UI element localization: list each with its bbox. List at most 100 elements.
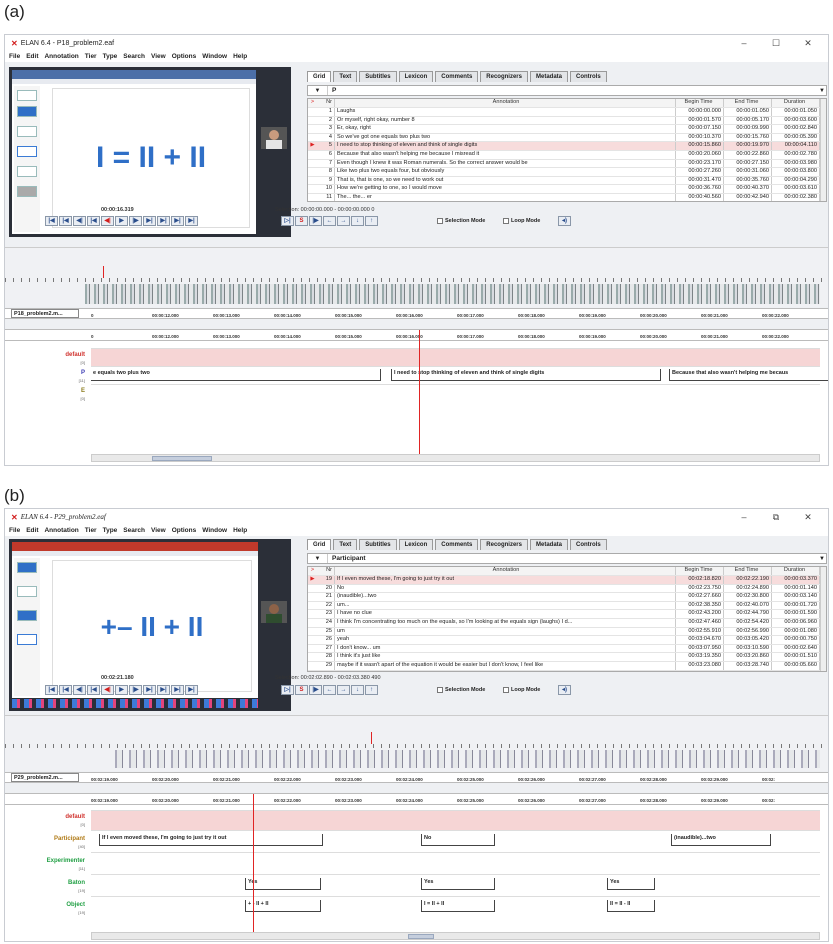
- loop-mode-checkbox[interactable]: Loop Mode: [503, 218, 540, 224]
- selection-mode-checkbox[interactable]: Selection Mode: [437, 218, 485, 224]
- menu-window[interactable]: Window: [202, 527, 227, 534]
- menu-window[interactable]: Window: [202, 53, 227, 60]
- menu-type[interactable]: Type: [103, 53, 118, 60]
- col-duration[interactable]: Duration: [772, 99, 820, 107]
- table-row[interactable]: 23 I have no clue 00:02:43.200 00:02:44.790…: [308, 610, 826, 619]
- table-row[interactable]: ▶ 5 I need to stop thinking of eleven and …: [308, 142, 826, 151]
- annotation-segment[interactable]: e equals two plus two: [91, 369, 381, 381]
- menu-help[interactable]: Help: [233, 53, 247, 60]
- table-row[interactable]: 7 Even though I knew it was Roman numeral…: [308, 159, 826, 169]
- tier-row-p[interactable]: e equals two plus two I need to stop thi…: [91, 366, 828, 384]
- tier-label-experimenter[interactable]: Experimenter [11]: [5, 858, 89, 872]
- menu-help[interactable]: Help: [233, 527, 247, 534]
- menu-file[interactable]: File: [9, 53, 20, 60]
- nav-button[interactable]: ▷|: [281, 216, 294, 226]
- horizontal-scrollbar[interactable]: [91, 454, 820, 462]
- tab-text[interactable]: Text: [333, 71, 358, 82]
- media-button[interactable]: ▶|: [143, 216, 156, 226]
- tab-comments[interactable]: Comments: [435, 539, 479, 550]
- col-begin[interactable]: Begin Time: [676, 567, 724, 575]
- tab-grid[interactable]: Grid: [307, 539, 332, 550]
- waveform-viewer[interactable]: [5, 715, 828, 771]
- tab-metadata[interactable]: Metadata: [529, 71, 568, 82]
- annotation-segment[interactable]: + - II + II: [245, 900, 321, 912]
- media-button[interactable]: ▶|: [171, 685, 184, 695]
- nav-button[interactable]: |▶: [309, 216, 322, 226]
- table-row[interactable]: 8 Like two plus two equals four, but obvi…: [308, 168, 826, 177]
- table-row[interactable]: 28 I think it's just like 00:03:19.350 00:0…: [308, 653, 826, 662]
- table-row[interactable]: 20 No 00:02:23.750 00:02:24.890 00:00:01.140: [308, 584, 826, 594]
- media-button[interactable]: |◀: [59, 685, 72, 695]
- table-row[interactable]: 10 How we're getting to one, so I would m…: [308, 185, 826, 194]
- tab-recognizers[interactable]: Recognizers: [480, 71, 528, 82]
- tier-row-participant[interactable]: If I even moved these, I'm going to just…: [91, 830, 820, 852]
- media-button[interactable]: ▶|: [157, 216, 170, 226]
- tier-row-default[interactable]: [91, 348, 820, 366]
- nav-button[interactable]: ↑: [365, 685, 378, 695]
- media-button[interactable]: |◀: [87, 685, 100, 695]
- tier-label-e[interactable]: E [0]: [5, 388, 89, 402]
- annotation-segment[interactable]: If I even moved these, I'm going to just…: [99, 834, 323, 846]
- media-button[interactable]: ▶: [115, 216, 128, 226]
- tab-metadata[interactable]: Metadata: [529, 539, 568, 550]
- table-row[interactable]: 27 I don't know... um 00:03:07.950 00:03:10…: [308, 644, 826, 654]
- annotation-segment[interactable]: Yes: [245, 878, 321, 890]
- annotation-segment[interactable]: (inaudible)...two: [671, 834, 771, 846]
- table-row[interactable]: 9 That is, that is one, so we need to wor…: [308, 176, 826, 186]
- tier-select-box[interactable]: P18_problem2.m...: [11, 309, 79, 318]
- nav-button[interactable]: ↓: [351, 685, 364, 695]
- tier-label-participant[interactable]: Participant [40]: [5, 836, 89, 850]
- media-button[interactable]: |◀: [45, 216, 58, 226]
- volume-icon[interactable]: ◂): [558, 216, 571, 226]
- nav-button[interactable]: ↓: [351, 216, 364, 226]
- menu-annotation[interactable]: Annotation: [44, 53, 78, 60]
- table-row[interactable]: 26 yeah 00:03:04.670 00:03:05.420 00:00:00.7…: [308, 636, 826, 645]
- menu-search[interactable]: Search: [123, 527, 145, 534]
- annotation-segment[interactable]: Yes: [421, 878, 495, 890]
- annotation-segment[interactable]: I = II + II: [421, 900, 495, 912]
- col-duration[interactable]: Duration: [772, 567, 820, 575]
- tier-dropdown[interactable]: ▼ Participant ▼: [307, 553, 827, 564]
- close-button[interactable]: ✕: [794, 35, 822, 51]
- col-begin[interactable]: Begin Time: [676, 99, 724, 107]
- grid-scrollbar[interactable]: [820, 99, 826, 201]
- table-row[interactable]: 3 Er, okay, right 00:00:07.150 00:00:09.990…: [308, 125, 826, 134]
- tier-label-baton[interactable]: Baton [19]: [5, 880, 89, 894]
- tab-comments[interactable]: Comments: [435, 71, 479, 82]
- menu-search[interactable]: Search: [123, 53, 145, 60]
- close-button[interactable]: ✕: [794, 509, 822, 525]
- media-button[interactable]: ▶|: [185, 685, 198, 695]
- tab-subtitles[interactable]: Subtitles: [359, 539, 397, 550]
- media-button[interactable]: ▶|: [143, 685, 156, 695]
- media-button[interactable]: ◀|: [73, 685, 86, 695]
- timeline-viewer[interactable]: 00:02:19.000 00:02:20.000 00:02:21.000 00:0…: [5, 793, 828, 941]
- nav-button[interactable]: S: [295, 685, 308, 695]
- table-row[interactable]: 2 Or myself, right okay, number 8 00:00:01…: [308, 116, 826, 126]
- menu-tier[interactable]: Tier: [85, 53, 97, 60]
- menu-options[interactable]: Options: [172, 527, 197, 534]
- annotation-segment[interactable]: Because that also wasn't helping me beca…: [669, 369, 828, 381]
- menu-file[interactable]: File: [9, 527, 20, 534]
- tier-dropdown[interactable]: ▼ P ▼: [307, 85, 827, 96]
- menu-annotation[interactable]: Annotation: [44, 527, 78, 534]
- table-row[interactable]: 22 um... 00:02:38.350 00:02:40.070 00:00:01.…: [308, 601, 826, 611]
- restore-button[interactable]: ⧉: [762, 509, 790, 525]
- tier-row-experimenter[interactable]: [91, 852, 820, 874]
- media-button[interactable]: ◀|: [101, 216, 114, 226]
- table-row[interactable]: 1 Laughs 00:00:00.000 00:00:01.050 00:00:01.…: [308, 108, 826, 117]
- volume-icon[interactable]: ◂): [558, 685, 571, 695]
- media-button[interactable]: ▶|: [157, 685, 170, 695]
- tier-row-object[interactable]: + - II + II I = II + II II = II - II: [91, 896, 820, 918]
- media-button[interactable]: |◀: [87, 216, 100, 226]
- tier-label-object[interactable]: Object [19]: [5, 902, 89, 916]
- media-button[interactable]: ◀|: [73, 216, 86, 226]
- annotation-segment[interactable]: II = II - II: [607, 900, 655, 912]
- col-end[interactable]: End Time: [724, 99, 772, 107]
- waveform-viewer[interactable]: [5, 247, 828, 307]
- table-row[interactable]: 24 I think I'm concentrating too much on …: [308, 618, 826, 628]
- nav-button[interactable]: ←: [323, 685, 336, 695]
- menu-edit[interactable]: Edit: [26, 53, 38, 60]
- tier-label-default[interactable]: default [0]: [5, 814, 89, 828]
- col-nr[interactable]: Nr: [317, 99, 335, 107]
- col-nr[interactable]: Nr: [317, 567, 335, 575]
